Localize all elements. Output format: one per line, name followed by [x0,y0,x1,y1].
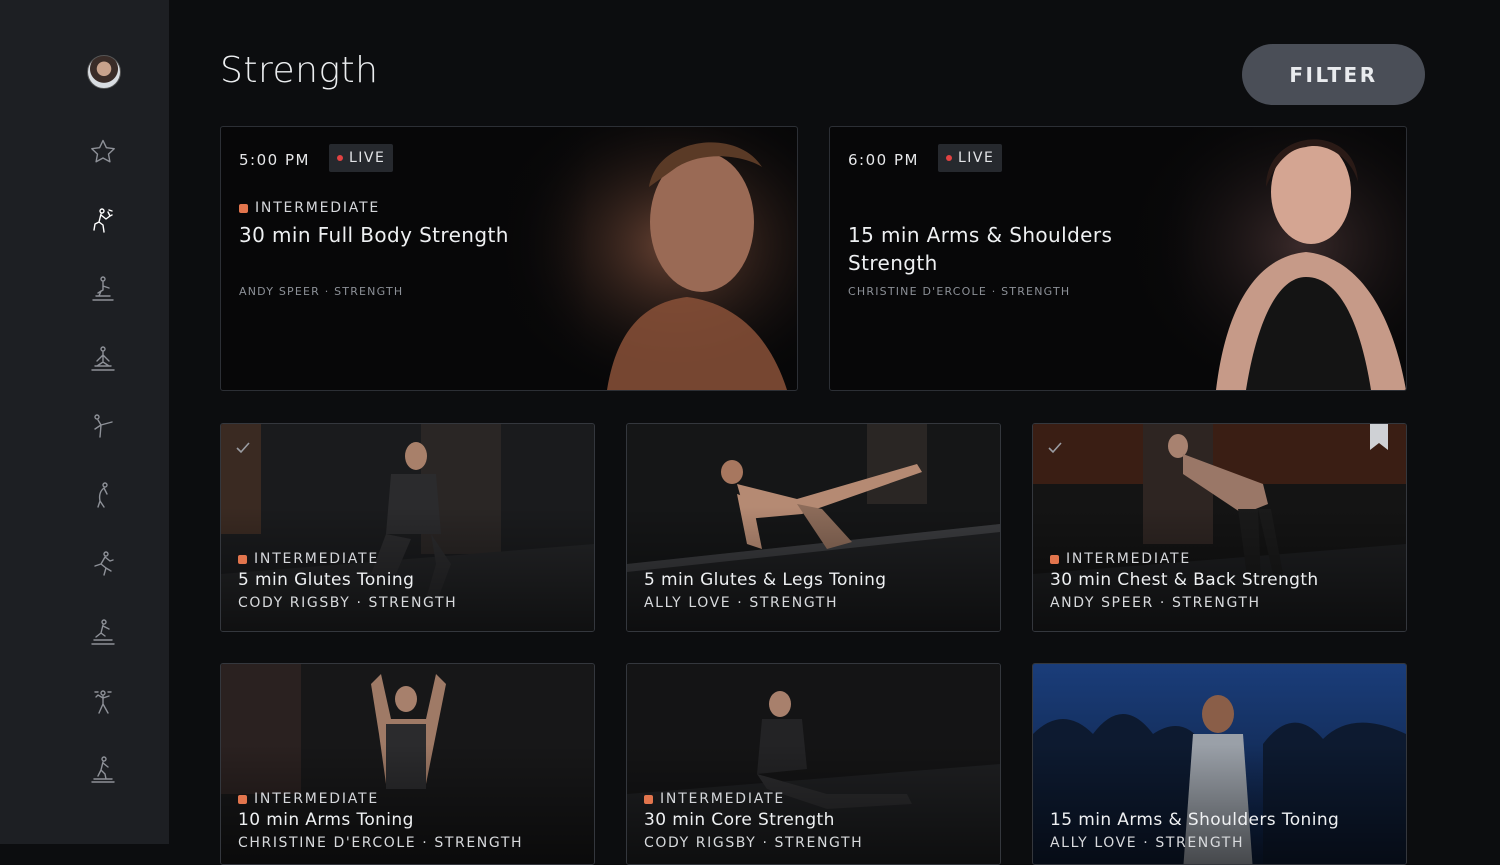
live-class-time: 5:00 PM [239,151,310,169]
level-dot [238,794,247,804]
live-class-time: 6:00 PM [848,151,919,169]
page-title: Strength [220,50,379,91]
class-title-line: Strength [848,251,938,275]
class-title-line: 15 min Arms & Shoulders [848,223,1113,247]
class-instructor: ALLY LOVE · STRENGTH [1050,835,1245,851]
stretching-icon[interactable] [87,479,119,511]
class-instructor: CODY RIGSBY · STRENGTH [238,595,458,611]
live-indicator-dot [946,155,952,161]
live-badge: LIVE [329,144,394,172]
user-avatar[interactable] [87,55,121,89]
live-class-card[interactable]: 5:00 PM LIVE INTERMEDIATE 30 min Full Bo… [220,126,798,391]
level-label: INTERMEDIATE [1066,551,1192,567]
class-title: 15 min Arms & Shoulders Toning [1050,810,1340,830]
bootcamp-icon[interactable] [87,616,119,648]
level-label: INTERMEDIATE [254,551,380,567]
class-card[interactable]: INTERMEDIATE 30 min Chest & Back Strengt… [1032,423,1407,632]
running-icon[interactable] [87,548,119,580]
thumbnail-shade [627,664,1000,864]
level-dot [238,554,247,564]
live-badge-label: LIVE [349,150,386,166]
class-card[interactable]: 5 min Glutes & Legs Toning ALLY LOVE · S… [626,423,1001,632]
yoga-icon[interactable] [87,410,119,442]
class-title: 15 min Arms & Shoulders Strength [848,221,1112,277]
class-title: 30 min Chest & Back Strength [1050,570,1319,590]
cardio-icon[interactable] [87,686,119,718]
live-class-card[interactable]: 6:00 PM LIVE 15 min Arms & Shoulders Str… [829,126,1407,391]
level-dot [1050,554,1059,564]
completed-check-icon [233,438,253,458]
class-instructor: CHRISTINE D'ERCOLE · STRENGTH [238,835,524,851]
class-card[interactable]: INTERMEDIATE 5 min Glutes Toning CODY RI… [220,423,595,632]
class-title: 30 min Full Body Strength [239,223,509,247]
difficulty-level: INTERMEDIATE [238,551,379,567]
difficulty-level: INTERMEDIATE [238,791,379,807]
class-card[interactable]: 15 min Arms & Shoulders Toning ALLY LOVE… [1032,663,1407,865]
difficulty-level: INTERMEDIATE [644,791,785,807]
instructor-photo [1106,127,1406,390]
favorites-star-icon[interactable] [87,136,119,168]
class-title: 5 min Glutes & Legs Toning [644,570,887,590]
thumbnail-shade [221,664,594,864]
meditation-icon[interactable] [87,343,119,375]
level-dot [644,794,653,804]
class-card[interactable]: INTERMEDIATE 10 min Arms Toning CHRISTIN… [220,663,595,865]
difficulty-level: INTERMEDIATE [239,200,380,216]
difficulty-level: INTERMEDIATE [1050,551,1191,567]
sidebar [0,0,169,844]
live-badge: LIVE [938,144,1003,172]
level-label: INTERMEDIATE [255,200,381,216]
class-instructor: ANDY SPEER · STRENGTH [239,285,404,298]
walking-icon[interactable] [87,754,119,786]
live-badge-label: LIVE [958,150,995,166]
live-indicator-dot [337,155,343,161]
level-dot [239,203,248,213]
level-label: INTERMEDIATE [254,791,380,807]
level-label: INTERMEDIATE [660,791,786,807]
strength-icon[interactable] [87,205,119,237]
class-instructor: ANDY SPEER · STRENGTH [1050,595,1261,611]
filter-button[interactable]: FILTER [1242,44,1425,105]
bookmark-icon[interactable] [1369,424,1389,450]
thumbnail-shade [1033,664,1406,864]
class-title: 5 min Glutes Toning [238,570,415,590]
class-instructor: CODY RIGSBY · STRENGTH [644,835,864,851]
completed-check-icon [1045,438,1065,458]
class-title: 30 min Core Strength [644,810,835,830]
instructor-photo [477,127,797,390]
class-instructor: ALLY LOVE · STRENGTH [644,595,839,611]
cycling-icon[interactable] [87,273,119,305]
class-card[interactable]: INTERMEDIATE 30 min Core Strength CODY R… [626,663,1001,865]
class-instructor: CHRISTINE D'ERCOLE · STRENGTH [848,285,1071,298]
class-title: 10 min Arms Toning [238,810,414,830]
